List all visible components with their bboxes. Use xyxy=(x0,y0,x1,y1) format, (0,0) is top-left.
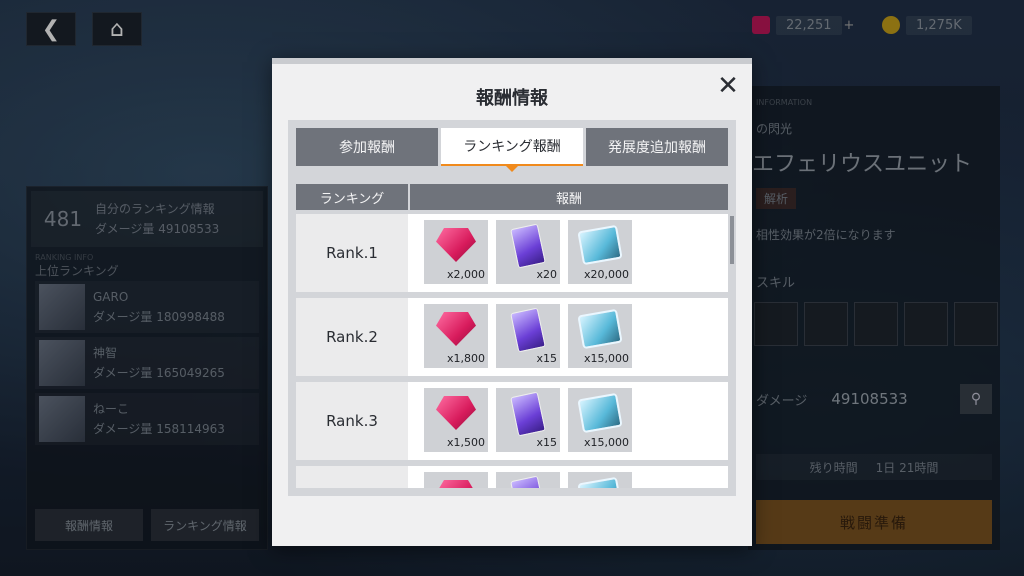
column-header-reward: 報酬 xyxy=(410,184,728,210)
purple-card-icon xyxy=(510,391,546,437)
tab-development-bonus-reward[interactable]: 発展度追加報酬 xyxy=(586,128,728,166)
reward-item[interactable]: x15,000 xyxy=(568,388,632,452)
reward-item[interactable]: x15,000 xyxy=(568,304,632,368)
reward-item[interactable] xyxy=(496,472,560,488)
modal-title: 報酬情報 xyxy=(476,88,548,109)
close-button[interactable]: ✕ xyxy=(714,72,742,100)
item-quantity: x15,000 xyxy=(584,436,629,449)
item-quantity: x15 xyxy=(536,436,557,449)
reward-item[interactable]: x20,000 xyxy=(568,220,632,284)
red-gem-icon xyxy=(436,228,476,262)
rank-label: Rank.1 xyxy=(296,214,408,292)
item-quantity: x1,800 xyxy=(446,352,485,365)
purple-card-icon xyxy=(510,223,546,269)
item-quantity: x20 xyxy=(536,268,557,281)
red-gem-icon xyxy=(436,312,476,346)
red-gem-icon xyxy=(436,396,476,430)
reward-item[interactable]: x15 xyxy=(496,304,560,368)
reward-item[interactable]: x20 xyxy=(496,220,560,284)
item-quantity: x15,000 xyxy=(584,352,629,365)
scrollbar[interactable] xyxy=(730,216,734,264)
blue-chip-icon xyxy=(577,476,623,488)
tab-participation-reward[interactable]: 参加報酬 xyxy=(296,128,438,166)
table-header: ランキング 報酬 xyxy=(296,184,728,210)
reward-item[interactable]: x15 xyxy=(496,388,560,452)
blue-chip-icon xyxy=(577,392,623,434)
item-quantity: x15 xyxy=(536,352,557,365)
red-gem-icon xyxy=(436,480,476,488)
tab-ranking-reward[interactable]: ランキング報酬 xyxy=(441,128,583,166)
purple-card-icon xyxy=(510,475,546,488)
column-header-rank: ランキング xyxy=(296,184,408,210)
rank-label: Rank.3 xyxy=(296,382,408,460)
purple-card-icon xyxy=(510,307,546,353)
reward-item[interactable]: x1,500 xyxy=(424,388,488,452)
reward-item[interactable] xyxy=(568,472,632,488)
rank-label xyxy=(296,466,408,488)
item-quantity: x1,500 xyxy=(446,436,485,449)
item-quantity: x2,000 xyxy=(446,268,485,281)
reward-item[interactable]: x2,000 xyxy=(424,220,488,284)
reward-item[interactable]: x1,800 xyxy=(424,304,488,368)
blue-chip-icon xyxy=(577,224,623,266)
item-quantity: x20,000 xyxy=(584,268,629,281)
blue-chip-icon xyxy=(577,308,623,350)
table-row: Rank.2 x1,800 x15 x15,000 xyxy=(296,298,728,376)
close-icon: ✕ xyxy=(717,71,739,101)
reward-info-modal: 報酬情報 ✕ 参加報酬 ランキング報酬 発展度追加報酬 ランキング 報酬 Ran… xyxy=(272,58,752,546)
modal-content: 参加報酬 ランキング報酬 発展度追加報酬 ランキング 報酬 Rank.1 x2,… xyxy=(288,120,736,496)
table-row: Rank.1 x2,000 x20 x20,000 xyxy=(296,214,728,292)
rank-label: Rank.2 xyxy=(296,298,408,376)
reward-tabs: 参加報酬 ランキング報酬 発展度追加報酬 xyxy=(296,128,728,166)
reward-list[interactable]: Rank.1 x2,000 x20 x20,000 Rank.2 x1,800 … xyxy=(296,214,728,488)
table-row xyxy=(296,466,728,488)
reward-item[interactable] xyxy=(424,472,488,488)
table-row: Rank.3 x1,500 x15 x15,000 xyxy=(296,382,728,460)
